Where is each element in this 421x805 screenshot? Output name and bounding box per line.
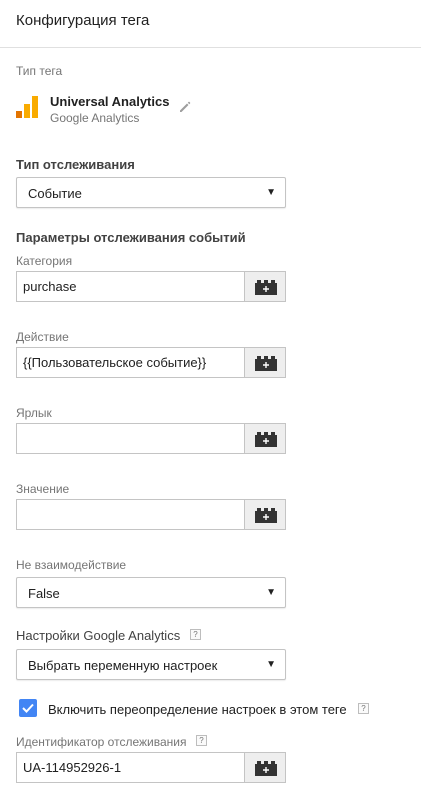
tracking-type-label: Тип отслеживания bbox=[16, 157, 135, 172]
value-input[interactable] bbox=[16, 499, 244, 530]
category-variable-button[interactable] bbox=[244, 271, 286, 302]
override-label[interactable]: Включить переопределение настроек в этом… bbox=[48, 702, 347, 717]
action-value: {{Пользовательское событие}} bbox=[23, 355, 207, 370]
panel-header: Конфигурация тега bbox=[0, 0, 421, 48]
ga-settings-select[interactable]: Выбрать переменную настроек ▼ bbox=[16, 649, 286, 680]
label-variable-button[interactable] bbox=[244, 423, 286, 454]
dropdown-arrow-icon: ▼ bbox=[266, 659, 276, 670]
tracking-id-variable-button[interactable] bbox=[244, 752, 286, 783]
tag-type-provider: Google Analytics bbox=[50, 111, 140, 125]
tracking-id-label: Идентификатор отслеживания bbox=[16, 735, 187, 749]
value-variable-button[interactable] bbox=[244, 499, 286, 530]
ga-settings-label: Настройки Google Analytics bbox=[16, 628, 181, 643]
category-input[interactable]: purchase bbox=[16, 271, 244, 302]
help-icon[interactable]: ? bbox=[358, 703, 369, 714]
tag-type-name: Universal Analytics bbox=[50, 94, 170, 109]
action-label: Действие bbox=[16, 330, 69, 344]
tracking-id-value: UA-114952926-1 bbox=[23, 760, 122, 775]
dropdown-arrow-icon: ▼ bbox=[266, 187, 276, 198]
variable-brick-icon bbox=[255, 356, 277, 371]
help-icon[interactable]: ? bbox=[196, 735, 207, 746]
variable-brick-icon bbox=[255, 280, 277, 295]
non-interaction-value: False bbox=[28, 586, 60, 601]
variable-brick-icon bbox=[255, 508, 277, 523]
google-analytics-icon bbox=[16, 96, 38, 118]
value-field-label: Значение bbox=[16, 482, 70, 496]
label-input[interactable] bbox=[16, 423, 244, 454]
override-checkbox[interactable] bbox=[19, 699, 37, 717]
category-value: purchase bbox=[23, 279, 77, 294]
non-interaction-label: Не взаимодействие bbox=[16, 558, 127, 572]
tracking-type-select[interactable]: Событие ▼ bbox=[16, 177, 286, 208]
tracking-type-value: Событие bbox=[28, 186, 82, 201]
tag-type-card[interactable]: Universal Analytics Google Analytics bbox=[16, 94, 216, 128]
dropdown-arrow-icon: ▼ bbox=[266, 587, 276, 598]
tag-type-label: Тип тега bbox=[16, 64, 63, 78]
event-params-title: Параметры отслеживания событий bbox=[16, 230, 246, 245]
checkmark-icon bbox=[22, 703, 34, 713]
tracking-id-input[interactable]: UA-114952926-1 bbox=[16, 752, 244, 783]
non-interaction-select[interactable]: False ▼ bbox=[16, 577, 286, 608]
label-field-label: Ярлык bbox=[16, 406, 52, 420]
ga-settings-value: Выбрать переменную настроек bbox=[28, 658, 218, 673]
variable-brick-icon bbox=[255, 761, 277, 776]
action-variable-button[interactable] bbox=[244, 347, 286, 378]
pencil-icon[interactable] bbox=[178, 100, 192, 114]
variable-brick-icon bbox=[255, 432, 277, 447]
category-label: Категория bbox=[16, 254, 73, 268]
help-icon[interactable]: ? bbox=[190, 629, 201, 640]
panel-title: Конфигурация тега bbox=[16, 12, 150, 29]
action-input[interactable]: {{Пользовательское событие}} bbox=[16, 347, 244, 378]
